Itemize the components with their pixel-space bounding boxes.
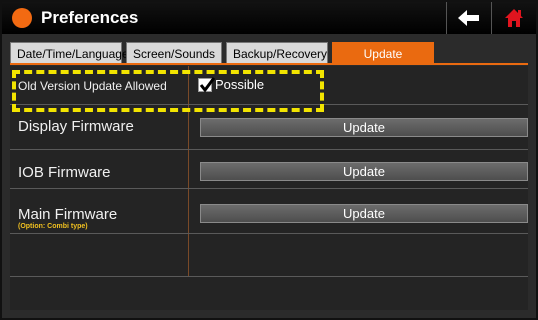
app-status-icon	[12, 8, 32, 28]
main-firmware-label: Main Firmware	[18, 206, 118, 223]
possible-checkbox[interactable]	[198, 76, 216, 92]
setting-row-display-firmware: Display Firmware Update	[10, 105, 528, 150]
setting-row-empty	[10, 234, 528, 277]
tab-update[interactable]: Update	[332, 42, 434, 64]
window-title: Preferences	[41, 8, 139, 27]
iob-firmware-label: IOB Firmware	[18, 164, 111, 181]
tab-date-time-language[interactable]: Date/Time/Language	[10, 42, 129, 64]
setting-row-old-version: Old Version Update Allowed Possible	[10, 66, 528, 105]
setting-row-iob-firmware: IOB Firmware Update	[10, 150, 528, 189]
possible-checkbox-label: Possible	[215, 77, 265, 92]
tab-underline	[10, 63, 528, 65]
title-bar: Preferences	[2, 2, 536, 34]
checkmark-icon	[199, 76, 216, 92]
display-firmware-label: Display Firmware	[18, 118, 134, 135]
iob-firmware-update-button[interactable]: Update	[200, 162, 528, 181]
tab-backup-recovery[interactable]: Backup/Recovery	[226, 42, 328, 64]
tab-screen-sounds[interactable]: Screen/Sounds	[126, 42, 222, 64]
back-arrow-icon	[458, 10, 479, 26]
update-panel: Old Version Update Allowed Possible Disp…	[10, 66, 528, 310]
title-buttons	[446, 2, 536, 34]
home-icon	[505, 9, 523, 27]
display-firmware-update-button[interactable]: Update	[200, 118, 528, 137]
main-firmware-update-button[interactable]: Update	[200, 204, 528, 223]
possible-checkbox-control[interactable]: Possible	[198, 76, 265, 92]
main-firmware-note: (Option: Combi type)	[18, 223, 88, 230]
setting-row-main-firmware: Main Firmware (Option: Combi type) Updat…	[10, 189, 528, 234]
tab-bar: Date/Time/Language Screen/Sounds Backup/…	[10, 42, 438, 64]
home-button[interactable]	[491, 2, 536, 34]
old-version-label: Old Version Update Allowed	[18, 79, 167, 93]
back-button[interactable]	[446, 2, 491, 34]
